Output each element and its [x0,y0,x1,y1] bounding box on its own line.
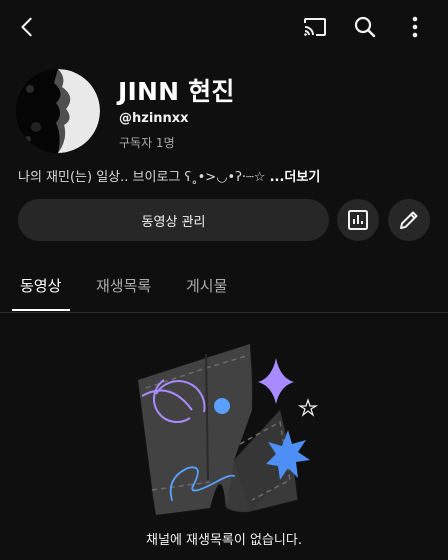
tab-playlists[interactable]: 재생목록 [96,275,151,296]
subscriber-count: 구독자 1명 [119,136,175,150]
search-icon [354,16,376,38]
channel-name: JINN 현진 [118,77,235,106]
channel-handle: @hzinnxx [119,111,189,126]
top-app-bar [0,0,448,54]
analytics-button[interactable] [337,199,379,241]
channel-description[interactable]: 나의 재민(는) 일상.. 브이로그 ʕ˳•>◡•ʔ·┈☆ ...더보기 [18,166,433,185]
more-link[interactable]: ...더보기 [270,170,321,185]
search-button[interactable] [346,8,384,46]
active-tab-indicator [12,309,70,311]
manage-videos-button[interactable]: 동영상 관리 [18,199,329,241]
edit-channel-button[interactable] [388,199,430,241]
empty-state-message: 채널에 재생목록이 없습니다. [146,533,302,548]
empty-playlist-illustration [137,343,319,515]
avatar-image [16,69,100,153]
tab-posts[interactable]: 게시물 [186,275,227,296]
avatar[interactable] [16,69,100,153]
analytics-icon [348,210,368,230]
tabs-divider [0,312,448,313]
cast-button[interactable] [296,8,334,46]
pencil-icon [400,211,418,229]
tab-videos[interactable]: 동영상 [20,275,61,296]
description-text: 나의 재민(는) 일상.. 브이로그 ʕ˳•>◡•ʔ·┈☆ [18,170,270,185]
channel-tabs: 동영상 재생목록 게시물 [0,262,448,312]
cast-icon [304,18,326,36]
more-vertical-icon [412,16,418,38]
back-button[interactable] [8,8,46,46]
more-options-button[interactable] [400,8,430,46]
manage-videos-label: 동영상 관리 [141,214,206,230]
back-arrow-icon [21,17,32,37]
